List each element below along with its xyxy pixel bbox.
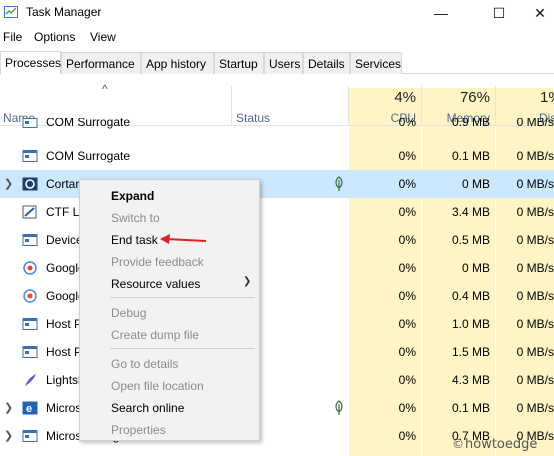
disk-value: 0 MB/s xyxy=(516,373,554,387)
memory-value: 1.0 MB xyxy=(451,317,490,331)
watermark-text: howtoedge xyxy=(465,437,538,452)
tab-services[interactable]: Services xyxy=(350,52,402,74)
memory-value: 0 MB xyxy=(461,177,490,191)
ctf-icon xyxy=(22,205,37,219)
window-icon xyxy=(22,346,38,358)
disk-value: 0 MB/s xyxy=(516,317,554,331)
tab-app-history[interactable]: App history xyxy=(141,52,214,74)
disk-value: 0 MB/s xyxy=(516,205,554,219)
menu-options[interactable]: Options xyxy=(34,30,75,44)
close-button[interactable]: ✕ xyxy=(520,0,554,26)
memory-value: 0.5 MB xyxy=(451,233,490,247)
menu-item-provide-feedback: Provide feedback xyxy=(111,255,204,269)
cpu-value: 0% xyxy=(398,205,416,219)
tab-startup[interactable]: Startup xyxy=(214,52,264,74)
expand-chevron-icon[interactable]: ❯ xyxy=(4,429,13,442)
cpu-value: 0% xyxy=(398,345,416,359)
memory-total-percent: 76% xyxy=(459,89,490,106)
title-bar: Task Manager — ☐ ✕ xyxy=(0,0,554,26)
menu-item-open-file-location: Open file location xyxy=(111,379,204,393)
memory-value: 0.1 MB xyxy=(451,149,490,163)
memory-value: 1.5 MB xyxy=(451,345,490,359)
svg-text:e: e xyxy=(26,403,32,415)
disk-value: 0 MB/s xyxy=(516,118,554,129)
window-icon xyxy=(22,318,38,330)
cpu-value: 0% xyxy=(398,118,416,129)
menu-item-create-dump-file: Create dump file xyxy=(111,328,200,342)
expand-chevron-icon[interactable]: ❯ xyxy=(4,401,13,414)
cpu-value: 0% xyxy=(398,289,416,303)
expand-chevron-icon[interactable]: ❯ xyxy=(4,177,13,190)
menu-item-go-to-details: Go to details xyxy=(111,357,179,371)
menu-item-search-online[interactable]: Search online xyxy=(111,401,184,415)
menu-item-expand[interactable]: Expand xyxy=(111,189,154,203)
menu-bar: File Options View xyxy=(0,28,554,48)
cpu-total-percent: 4% xyxy=(394,89,416,106)
disk-value: 0 MB/s xyxy=(516,401,554,415)
menu-item-debug: Debug xyxy=(111,306,147,320)
leaf-icon xyxy=(335,400,343,415)
google-icon xyxy=(23,261,37,275)
feather-icon xyxy=(25,374,36,386)
cpu-value: 0% xyxy=(398,373,416,387)
annotation-arrow-icon xyxy=(160,234,207,244)
copyright-mark: © xyxy=(452,437,464,451)
cpu-value: 0% xyxy=(398,149,416,163)
menu-item-end-task[interactable]: End task xyxy=(111,233,158,247)
memory-value: 0.9 MB xyxy=(451,118,490,129)
cortana-icon xyxy=(22,177,38,191)
table-row[interactable]: COM Surrogate 0% 0.1 MB 0 MB/s xyxy=(0,142,554,170)
process-name: COM Surrogate xyxy=(46,118,131,129)
cpu-value: 0% xyxy=(398,317,416,331)
maximize-button[interactable]: ☐ xyxy=(476,0,522,26)
disk-total-percent: 1% xyxy=(540,89,554,106)
table-row[interactable]: COM Surrogate 0% 0.9 MB 0 MB/s xyxy=(0,118,554,136)
menu-separator xyxy=(110,348,255,349)
cpu-value: 0% xyxy=(398,177,416,191)
task-manager-icon xyxy=(4,6,18,18)
window-icon xyxy=(22,118,38,128)
window-icon xyxy=(22,150,38,162)
menu-view[interactable]: View xyxy=(90,30,116,44)
memory-value: 0.1 MB xyxy=(451,401,490,415)
google-icon xyxy=(23,289,37,303)
process-name: COM Surrogate xyxy=(46,149,131,163)
disk-value: 0 MB/s xyxy=(516,177,554,191)
menu-file[interactable]: File xyxy=(3,30,22,44)
menu-separator xyxy=(110,297,255,298)
tab-users[interactable]: Users xyxy=(264,52,303,74)
watermark: ©howtoedge xyxy=(452,437,537,452)
memory-value: 4.3 MB xyxy=(451,373,490,387)
minimize-button[interactable]: — xyxy=(418,0,464,26)
cpu-value: 0% xyxy=(398,233,416,247)
tab-bar: Processes Performance App history Startu… xyxy=(0,51,554,75)
disk-value: 0 MB/s xyxy=(516,261,554,275)
menu-item-switch-to: Switch to xyxy=(111,211,160,225)
memory-value: 3.4 MB xyxy=(451,205,490,219)
window-icon xyxy=(22,430,38,442)
menu-item-properties: Properties xyxy=(111,423,166,437)
tab-performance[interactable]: Performance xyxy=(61,52,141,74)
memory-value: 0.4 MB xyxy=(451,289,490,303)
submenu-arrow-icon: ❯ xyxy=(243,276,252,287)
window-icon xyxy=(22,234,38,246)
edge-icon: e xyxy=(22,401,38,415)
memory-value: 0 MB xyxy=(461,261,490,275)
sort-arrow-icon: ^ xyxy=(102,82,108,96)
disk-value: 0 MB/s xyxy=(516,233,554,247)
cpu-value: 0% xyxy=(398,401,416,415)
leaf-icon xyxy=(335,176,343,191)
disk-value: 0 MB/s xyxy=(516,289,554,303)
context-menu: Expand Switch to End task Provide feedba… xyxy=(79,179,260,441)
disk-value: 0 MB/s xyxy=(516,149,554,163)
cpu-value: 0% xyxy=(398,429,416,443)
tab-processes[interactable]: Processes xyxy=(0,51,61,75)
cpu-value: 0% xyxy=(398,261,416,275)
window-title: Task Manager xyxy=(26,5,102,19)
tab-details[interactable]: Details xyxy=(303,52,350,74)
disk-value: 0 MB/s xyxy=(516,345,554,359)
menu-item-resource-values[interactable]: Resource values xyxy=(111,277,200,291)
